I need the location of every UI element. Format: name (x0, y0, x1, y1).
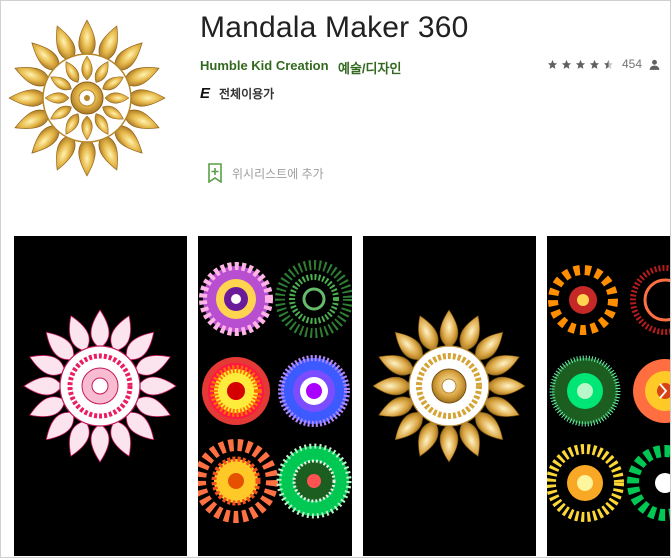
screenshot-1[interactable] (14, 236, 187, 556)
app-details-panel: Mandala Maker 360 Humble Kid Creation 예술… (0, 0, 671, 558)
app-icon (8, 19, 166, 177)
app-title: Mandala Maker 360 (200, 11, 469, 44)
developer-link[interactable]: Humble Kid Creation (200, 58, 329, 73)
next-screenshot-button[interactable] (656, 373, 670, 409)
screenshot-2[interactable] (198, 236, 352, 556)
screenshot-3[interactable] (363, 236, 536, 556)
chevron-right-icon (659, 383, 668, 399)
star-half-icon (603, 59, 614, 69)
add-to-wishlist-button[interactable]: 위시리스트에 추가 (206, 163, 324, 183)
rating-stars (547, 59, 614, 70)
rating-summary: 454 (547, 57, 661, 71)
content-rating: E 전체이용가 (200, 85, 274, 102)
wishlist-label: 위시리스트에 추가 (232, 166, 324, 181)
person-icon (649, 59, 660, 70)
content-rating-badge: E (200, 85, 211, 102)
star-icon (589, 59, 600, 69)
content-rating-label: 전체이용가 (219, 87, 275, 101)
screenshot-4[interactable] (547, 236, 670, 556)
category-link[interactable]: 예술/디자인 (338, 58, 401, 77)
bookmark-add-icon (208, 163, 222, 183)
rating-count: 454 (622, 57, 643, 71)
star-icon (575, 59, 586, 69)
star-icon (547, 59, 558, 69)
star-icon (561, 59, 572, 69)
